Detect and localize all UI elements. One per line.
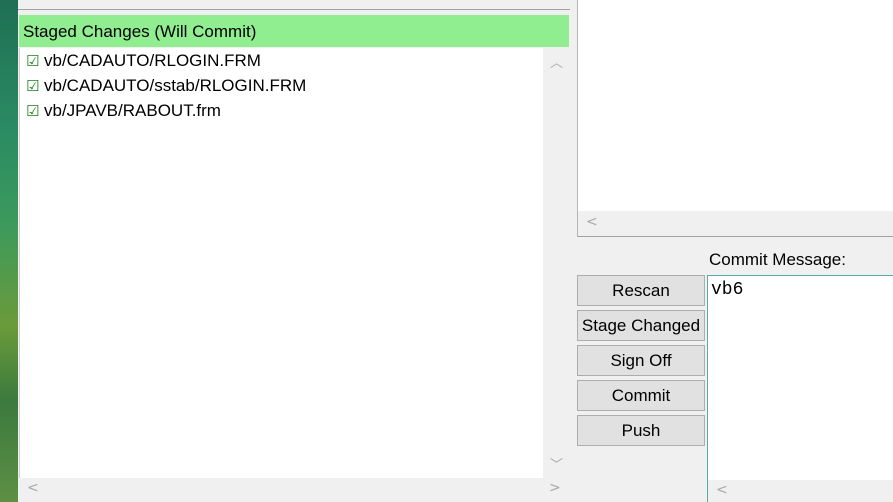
push-button[interactable]: Push — [577, 415, 705, 446]
staged-changes-header: Staged Changes (Will Commit) — [19, 15, 569, 47]
staged-file-list[interactable]: ☑ vb/CADAUTO/RLOGIN.FRM ☑ vb/CADAUTO/sst… — [19, 48, 544, 478]
list-item[interactable]: ☑ vb/CADAUTO/sstab/RLOGIN.FRM — [20, 73, 544, 98]
diff-horizontal-scrollbar[interactable]: < — [577, 211, 893, 237]
file-path[interactable]: vb/CADAUTO/RLOGIN.FRM — [44, 51, 261, 71]
staged-vertical-scrollbar[interactable]: ︿ ﹀ — [543, 48, 570, 478]
unstaged-pane-bottom-edge — [18, 0, 570, 10]
file-path[interactable]: vb/CADAUTO/sstab/RLOGIN.FRM — [44, 76, 306, 96]
rescan-button[interactable]: Rescan — [577, 275, 705, 306]
scroll-up-icon[interactable]: ︿ — [543, 52, 570, 71]
checkbox-checked-icon[interactable]: ☑ — [26, 77, 44, 95]
list-item[interactable]: ☑ vb/CADAUTO/RLOGIN.FRM — [20, 48, 544, 73]
file-path[interactable]: vb/JPAVB/RABOUT.frm — [44, 101, 221, 121]
commit-horizontal-scrollbar[interactable]: < — [707, 480, 893, 502]
list-item[interactable]: ☑ vb/JPAVB/RABOUT.frm — [20, 98, 544, 123]
pane-splitter[interactable] — [570, 0, 576, 502]
scroll-down-icon[interactable]: ﹀ — [543, 454, 570, 473]
checkbox-checked-icon[interactable]: ☑ — [26, 102, 44, 120]
scroll-left-icon[interactable]: < — [27, 480, 39, 496]
scroll-right-icon[interactable]: > — [549, 480, 561, 496]
stage-changed-button[interactable]: Stage Changed — [577, 310, 705, 341]
commit-message-text[interactable]: vb6 — [711, 280, 743, 300]
commit-message-input[interactable]: vb6 — [707, 275, 893, 480]
commit-message-label: Commit Message: — [709, 250, 846, 269]
scroll-left-icon[interactable]: < — [586, 214, 598, 230]
staged-changes-title: Staged Changes (Will Commit) — [23, 22, 257, 41]
desktop-background — [0, 0, 18, 502]
commit-button[interactable]: Commit — [577, 380, 705, 411]
sign-off-button[interactable]: Sign Off — [577, 345, 705, 376]
scroll-left-icon[interactable]: < — [716, 482, 728, 498]
diff-viewer[interactable] — [577, 0, 893, 211]
staged-horizontal-scrollbar[interactable]: < > — [19, 478, 570, 502]
checkbox-checked-icon[interactable]: ☑ — [26, 52, 44, 70]
